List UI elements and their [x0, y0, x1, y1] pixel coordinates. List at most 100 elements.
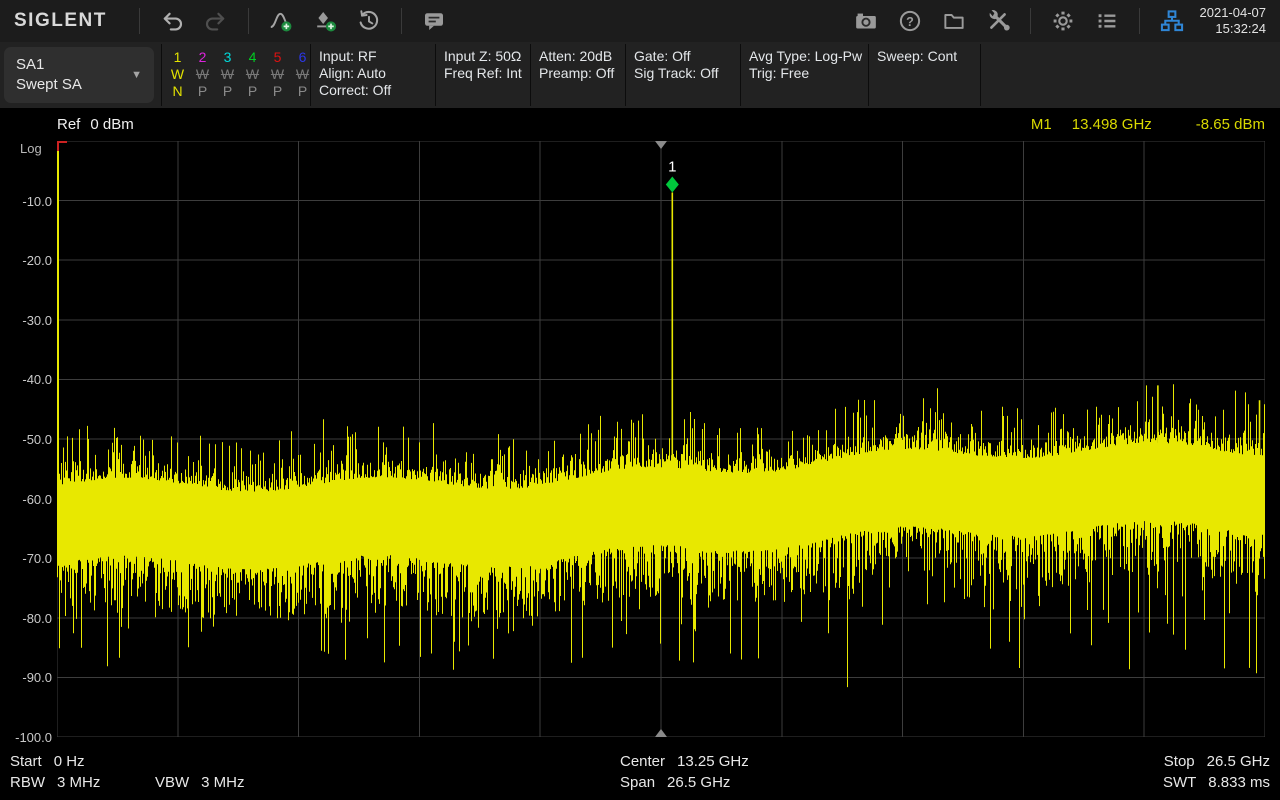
- trace-number: 1: [165, 49, 190, 66]
- scale-type-label: Log: [20, 141, 42, 156]
- settings-groups: Input: RFAlign: AutoCorrect: OffInput Z:…: [310, 42, 980, 108]
- span-readout: Span26.5 GHz: [620, 774, 730, 791]
- undo-button[interactable]: [150, 0, 194, 42]
- y-tick-label: -40.0: [4, 372, 52, 387]
- settings-separator: [161, 44, 162, 106]
- toolbar-separator: [1030, 8, 1031, 34]
- settings-separator: [435, 44, 436, 106]
- setting-line: Sweep: Cont: [877, 48, 980, 65]
- file-button[interactable]: [932, 0, 976, 42]
- screenshot-icon: [854, 9, 878, 33]
- start-freq-readout: Start0 Hz: [10, 753, 85, 770]
- tools-icon: [986, 9, 1010, 33]
- tools-button[interactable]: [976, 0, 1020, 42]
- trace-write-state: W: [190, 66, 215, 83]
- svg-text:?: ?: [906, 15, 914, 29]
- y-tick-label: -10.0: [4, 194, 52, 209]
- trace-detector-state: P: [240, 83, 265, 100]
- settings-gear-icon: [1051, 9, 1075, 33]
- setting-line: Align: Auto: [319, 65, 435, 82]
- setting-line: Sig Track: Off: [634, 65, 740, 82]
- settings-group-1[interactable]: Input: RFAlign: AutoCorrect: Off: [310, 42, 435, 108]
- svg-text:1: 1: [668, 159, 676, 176]
- mode-selector[interactable]: SA1 Swept SA ▼: [4, 47, 154, 103]
- settings-group-4[interactable]: Gate: OffSig Track: Off: [625, 42, 740, 108]
- settings-group-5[interactable]: Avg Type: Log-PwTrig: Free: [740, 42, 868, 108]
- message-button[interactable]: [412, 0, 456, 42]
- setting-line: Freq Ref: Int: [444, 65, 530, 82]
- vbw-readout: VBW3 MHz: [155, 774, 245, 791]
- settings-separator: [980, 44, 981, 106]
- settings-gear-button[interactable]: [1041, 0, 1085, 42]
- siglent-logo: SIGLENT: [0, 10, 129, 32]
- toolbar-right-group: ?: [844, 0, 1280, 42]
- peak-add-icon: [269, 9, 293, 33]
- center-freq-readout: Center13.25 GHz: [620, 753, 749, 770]
- trace-indicator-3[interactable]: 3WP: [215, 49, 240, 100]
- time-text: 15:32:24: [1200, 21, 1267, 37]
- trace-detector-state: N: [165, 83, 190, 100]
- trace-indicator-1[interactable]: 1WN: [165, 49, 190, 100]
- y-tick-label: -20.0: [4, 253, 52, 268]
- setting-line: Preamp: Off: [539, 65, 625, 82]
- y-tick-label: -70.0: [4, 551, 52, 566]
- recall-history-icon: [357, 9, 381, 33]
- setting-line: Input Z: 50Ω: [444, 48, 530, 65]
- help-button[interactable]: ?: [888, 0, 932, 42]
- redo-icon: [204, 9, 228, 33]
- y-tick-label: -100.0: [4, 730, 52, 745]
- lan-network-icon: [1160, 9, 1184, 33]
- trace-indicator-4[interactable]: 4WP: [240, 49, 265, 100]
- setting-line: Gate: Off: [634, 48, 740, 65]
- setting-line: Trig: Free: [749, 65, 868, 82]
- redo-button[interactable]: [194, 0, 238, 42]
- setting-line: Input: RF: [319, 48, 435, 65]
- menu-list-button[interactable]: [1085, 0, 1129, 42]
- stop-freq-readout: Stop26.5 GHz: [1164, 753, 1270, 770]
- message-icon: [422, 9, 446, 33]
- settings-separator: [625, 44, 626, 106]
- screenshot-button[interactable]: [844, 0, 888, 42]
- toolbar-separator: [1139, 8, 1140, 34]
- settings-separator: [868, 44, 869, 106]
- trace-indicator-5[interactable]: 5WP: [265, 49, 290, 100]
- trace-number: 2: [190, 49, 215, 66]
- trace-detector-state: P: [265, 83, 290, 100]
- trace-number: 5: [265, 49, 290, 66]
- trace-write-state: W: [265, 66, 290, 83]
- rbw-readout: RBW3 MHz: [10, 774, 100, 791]
- file-icon: [942, 9, 966, 33]
- marker-readout: M113.498 GHz-8.65 dBm: [1031, 116, 1265, 133]
- trace-number: 3: [215, 49, 240, 66]
- y-tick-label: -50.0: [4, 432, 52, 447]
- trace-write-state: W: [215, 66, 240, 83]
- settings-group-3[interactable]: Atten: 20dBPreamp: Off: [530, 42, 625, 108]
- setting-line: Correct: Off: [319, 82, 435, 99]
- setting-line: Atten: 20dB: [539, 48, 625, 65]
- recall-history-button[interactable]: [347, 0, 391, 42]
- settings-separator: [530, 44, 531, 106]
- undo-icon: [160, 9, 184, 33]
- marker-add-button[interactable]: [303, 0, 347, 42]
- ref-label: Ref: [57, 116, 80, 133]
- trace-indicator-2[interactable]: 2WP: [190, 49, 215, 100]
- settings-group-2[interactable]: Input Z: 50ΩFreq Ref: Int: [435, 42, 530, 108]
- toolbar-separator: [248, 8, 249, 34]
- trace-detector-state: P: [190, 83, 215, 100]
- date-text: 2021-04-07: [1200, 5, 1267, 21]
- peak-add-button[interactable]: [259, 0, 303, 42]
- top-toolbar: SIGLENT: [0, 0, 1280, 42]
- trace-indicators: 1WN2WP3WP4WP5WP6WP: [165, 49, 315, 100]
- lan-network-button[interactable]: [1150, 0, 1194, 42]
- y-tick-label: -80.0: [4, 611, 52, 626]
- ref-level-readout: Ref0 dBm: [57, 116, 134, 133]
- settings-group-6[interactable]: Sweep: Cont: [868, 42, 980, 108]
- help-icon: ?: [898, 9, 922, 33]
- trace-write-state: W: [165, 66, 190, 83]
- y-tick-label: -60.0: [4, 492, 52, 507]
- menu-list-icon: [1095, 9, 1119, 33]
- marker-add-icon: [313, 9, 337, 33]
- mode-type: Swept SA: [16, 75, 131, 95]
- toolbar-separator: [139, 8, 140, 34]
- datetime-display: 2021-04-07 15:32:24: [1194, 5, 1280, 37]
